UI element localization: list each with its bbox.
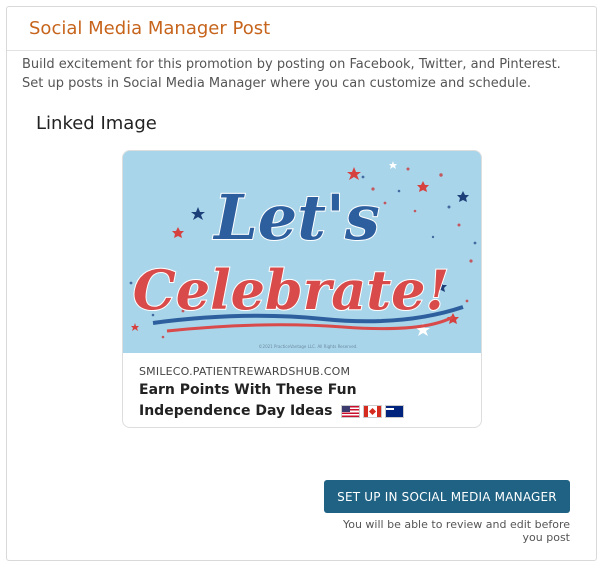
panel-title: Social Media Manager Post <box>29 18 271 39</box>
panel-header: Social Media Manager Post <box>7 7 596 51</box>
celebrate-banner-image: Let's Celebrate! ©2021 PracticeVantage L… <box>123 151 481 353</box>
setup-social-media-manager-button[interactable]: SET UP IN SOCIAL MEDIA MANAGER <box>324 480 570 513</box>
linked-image-heading: Linked Image <box>36 113 157 134</box>
image-copyright: ©2021 PracticeVantage LLC. All Rights Re… <box>259 344 358 349</box>
celebrate-text: Celebrate! <box>133 258 449 322</box>
australia-flag-icon <box>385 404 405 418</box>
lets-text: Let's <box>212 181 380 254</box>
link-title-text: Earn Points With These Fun Independence … <box>139 382 357 419</box>
canada-flag-icon <box>363 404 383 418</box>
flag-emojis <box>341 404 405 418</box>
link-title: Earn Points With These Fun Independence … <box>139 380 469 422</box>
review-edit-note: You will be able to review and edit befo… <box>342 518 570 544</box>
panel-description: Build excitement for this promotion by p… <box>22 57 561 91</box>
link-preview-card[interactable]: Let's Celebrate! ©2021 PracticeVantage L… <box>122 150 482 428</box>
us-flag-icon <box>341 404 361 418</box>
link-domain: SMILECO.PATIENTREWARDSHUB.COM <box>139 365 351 378</box>
